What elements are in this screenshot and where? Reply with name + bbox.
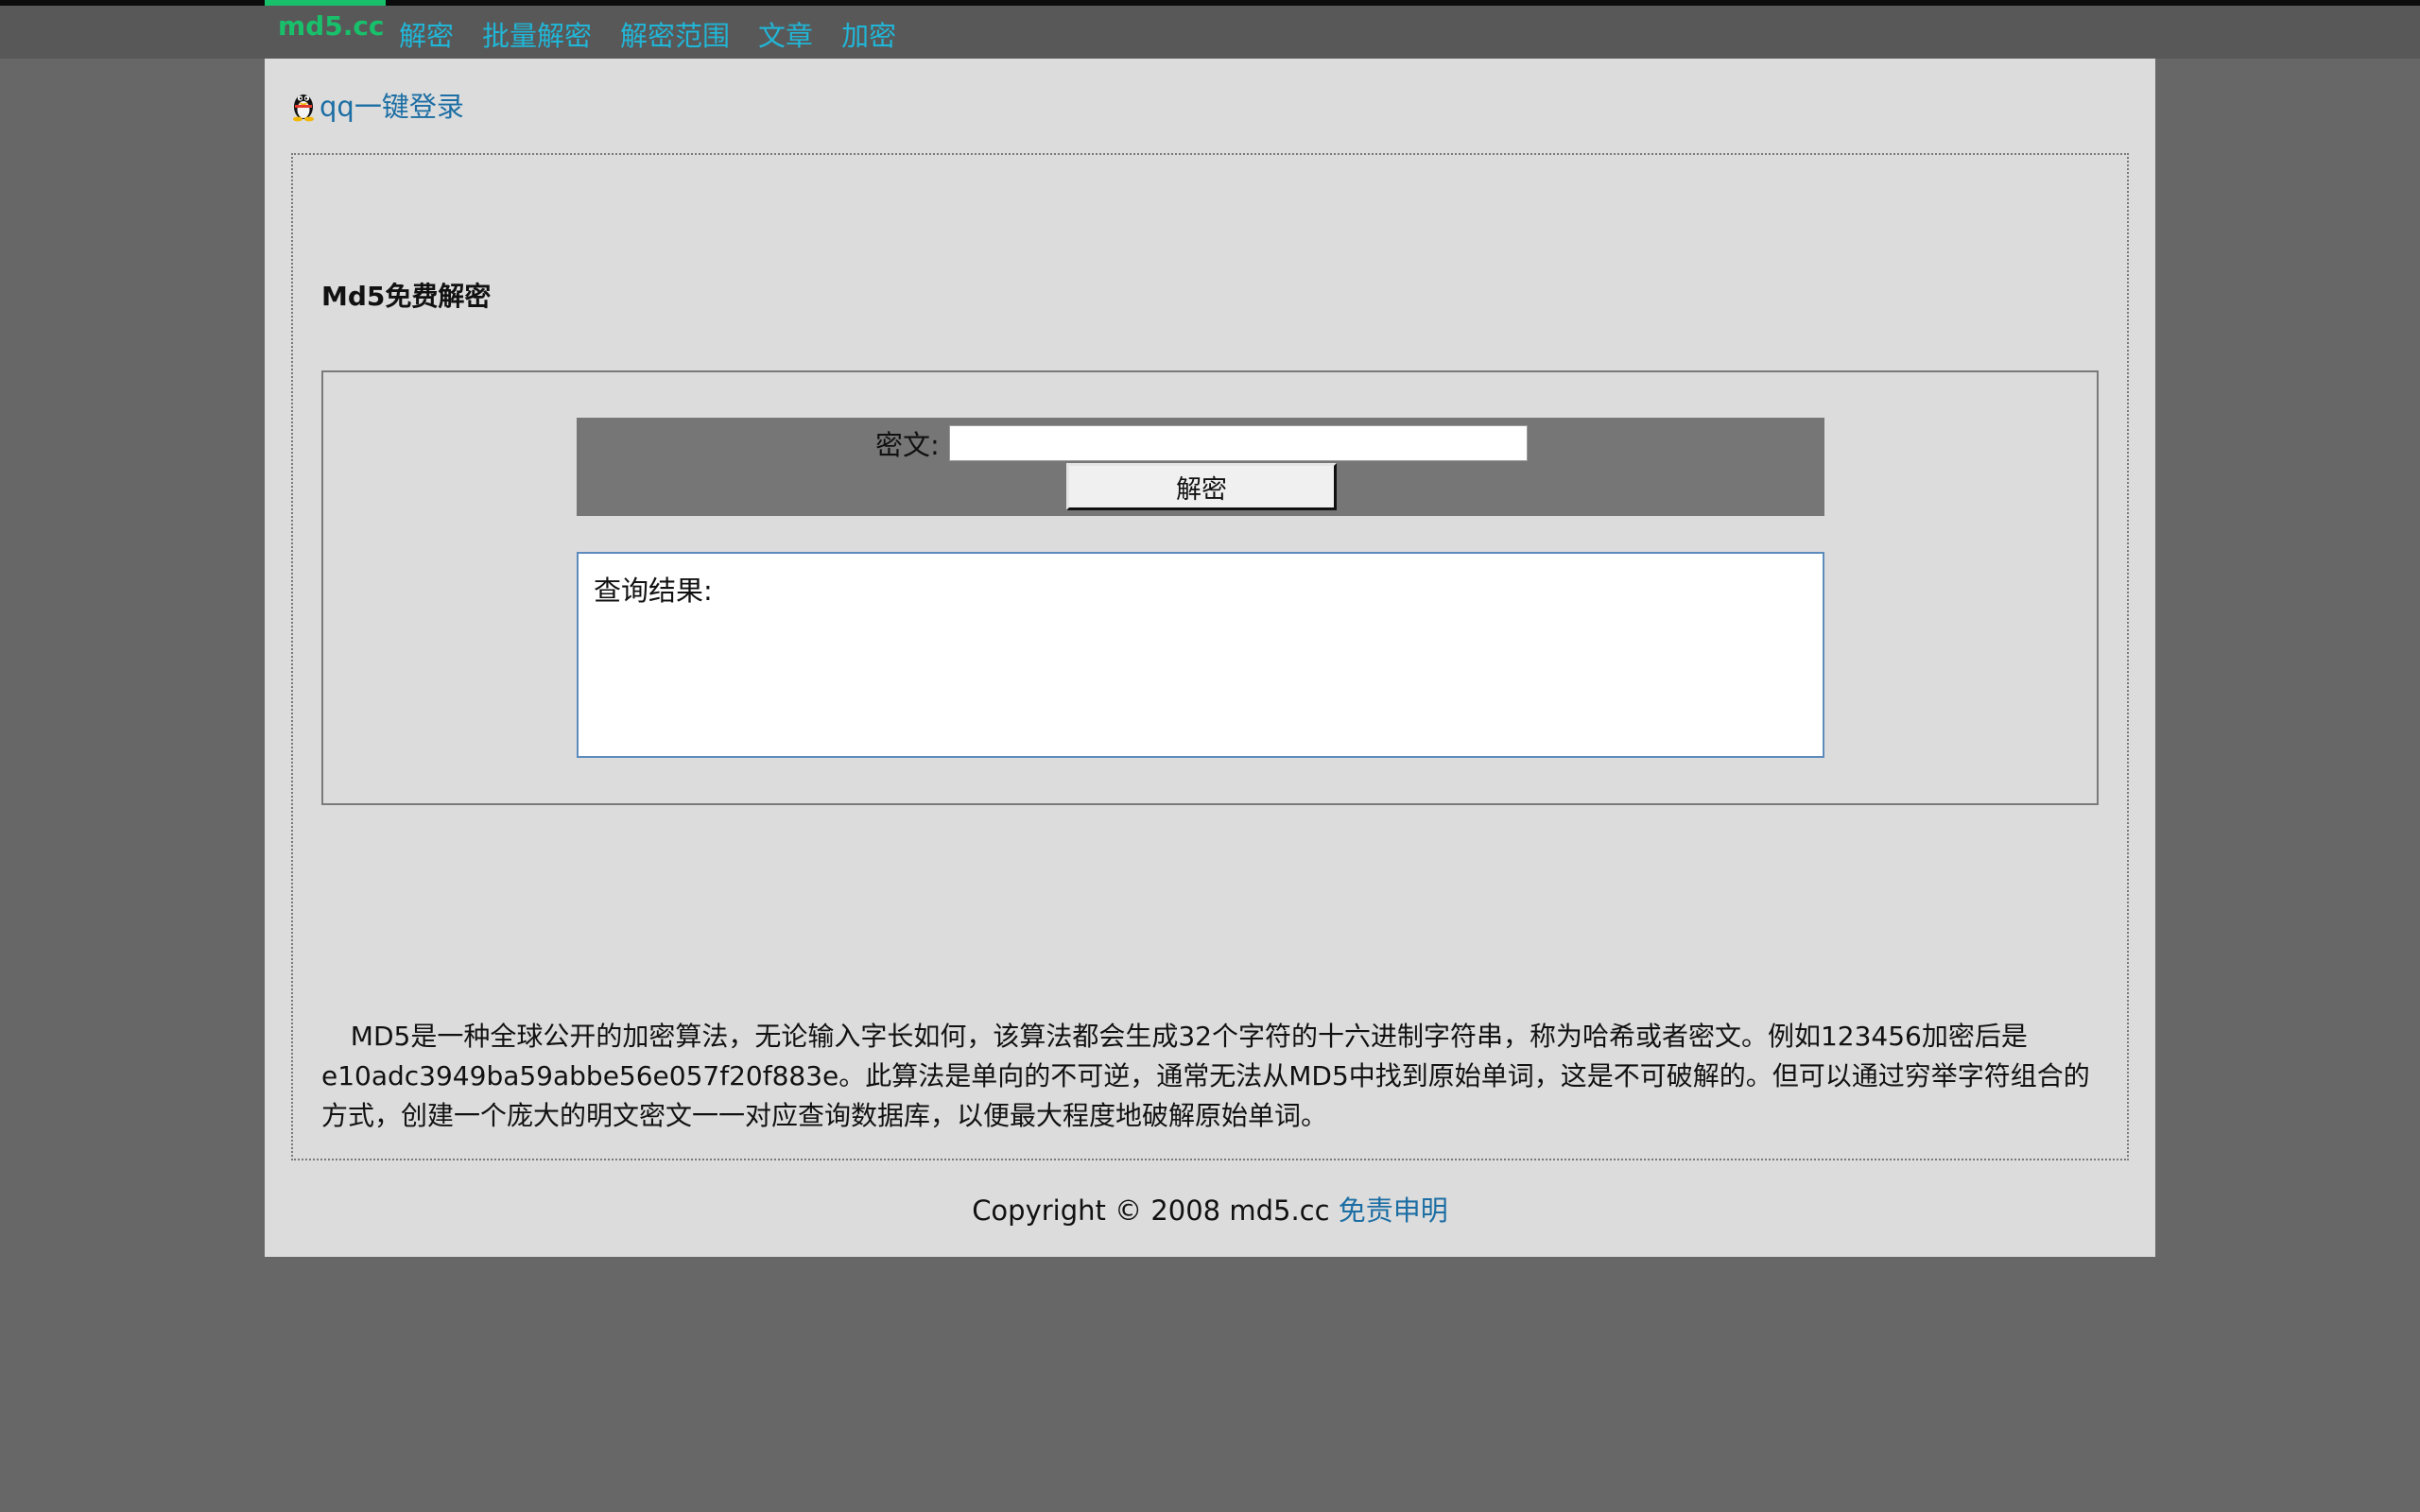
nav-item-decrypt[interactable]: 解密 — [399, 15, 454, 57]
disclaimer-link[interactable]: 免责申明 — [1339, 1194, 1448, 1227]
content-frame: Md5免费解密 密文: 解密 查询结果: MD5是一种全球公开的加密算法，无论输… — [291, 153, 2129, 1160]
md5-description: MD5是一种全球公开的加密算法，无论输入字长如何，该算法都会生成32个字符的十六… — [321, 1021, 2090, 1131]
qq-login-link[interactable]: qq一键登录 — [291, 85, 464, 125]
result-label: 查询结果: — [594, 575, 713, 607]
cipher-label: 密文: — [875, 429, 940, 461]
footer: Copyright © 2008 md5.cc 免责申明 — [265, 1189, 2155, 1228]
qq-penguin-icon — [293, 94, 314, 122]
nav-item-decrypt-range[interactable]: 解密范围 — [620, 15, 730, 57]
result-box: 查询结果: — [577, 552, 1824, 758]
qq-login-label: qq一键登录 — [320, 91, 464, 123]
nav-item-articles[interactable]: 文章 — [758, 15, 813, 57]
nav-item-encrypt[interactable]: 加密 — [841, 15, 896, 57]
nav-item-batch-decrypt[interactable]: 批量解密 — [482, 15, 592, 57]
query-panel: 密文: 解密 — [577, 418, 1824, 516]
decrypt-form-box: 密文: 解密 查询结果: — [321, 370, 2099, 805]
page-title: Md5免费解密 — [321, 281, 492, 312]
cipher-input[interactable] — [948, 425, 1528, 461]
cipher-row: 密文: — [875, 423, 1528, 463]
decrypt-button[interactable]: 解密 — [1066, 463, 1337, 510]
brand-logo[interactable]: md5.cc — [265, 0, 386, 59]
top-nav-bar: md5.cc 解密 批量解密 解密范围 文章 加密 — [0, 0, 2420, 59]
copyright-text: Copyright © 2008 md5.cc — [972, 1194, 1330, 1227]
main-container: qq一键登录 Md5免费解密 密文: 解密 查询结果: MD5是一种全球公开的加… — [265, 59, 2155, 1257]
main-nav: 解密 批量解密 解密范围 文章 加密 — [399, 15, 896, 57]
